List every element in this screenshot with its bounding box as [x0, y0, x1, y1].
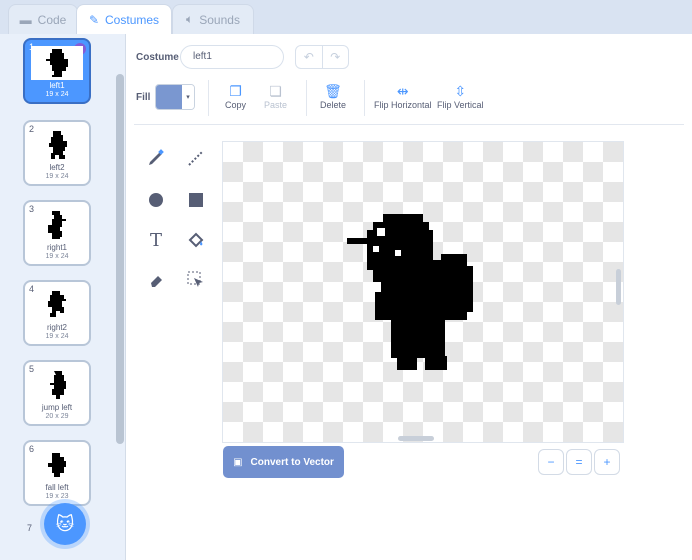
costume-size: 19 x 24	[45, 253, 69, 260]
costume-size: 19 x 24	[45, 333, 69, 340]
paste-icon: ❏	[269, 83, 282, 99]
zoom-out-icon: −	[547, 455, 555, 469]
trash-icon: 🗑︎	[324, 83, 342, 99]
costume-thumbnail	[31, 46, 83, 80]
brush-icon: ✎	[88, 12, 100, 27]
costume-number: 6	[29, 444, 35, 454]
delete-label: Delete	[320, 100, 347, 110]
tab-sounds[interactable]: 🔈︎ Sounds	[172, 4, 254, 34]
paint-editor: Costume left1 ↶ ↷ Fill ▾ ❐ Copy ❏ Paste …	[126, 34, 692, 560]
costume-sprite-drawing	[347, 214, 473, 370]
zoom-out-button[interactable]: −	[538, 449, 564, 475]
copy-icon: ❐	[229, 83, 242, 99]
eraser-tool-icon[interactable]	[144, 268, 168, 292]
code-icon: ▬	[19, 12, 32, 27]
costume-size: 19 x 24	[45, 91, 69, 98]
tab-code[interactable]: ▬ Code	[8, 4, 78, 34]
fill-color-picker[interactable]: ▾	[155, 84, 195, 110]
costume-number: 2	[29, 124, 35, 134]
convert-label: Convert to Vector	[250, 456, 334, 468]
cat-icon: 🐱︎	[55, 513, 75, 534]
convert-to-vector-button[interactable]: ▣ Convert to Vector	[223, 446, 344, 478]
costume-item-left1[interactable]: 1 ✕ left1 19 x 24	[23, 38, 91, 104]
image-icon: ▣	[233, 456, 243, 468]
choose-costume-button[interactable]: 🐱︎	[44, 503, 86, 545]
rectangle-tool-icon[interactable]	[184, 188, 208, 212]
costume-item-right2[interactable]: 4 right2 19 x 24	[23, 280, 91, 346]
costume-thumbnail	[35, 210, 79, 240]
costume-list: 1 ✕ left1 19 x 24 2 left2 19 x 24 3 righ…	[0, 34, 126, 560]
costume-size: 19 x 23	[45, 493, 69, 500]
tab-costumes[interactable]: ✎ Costumes	[76, 4, 172, 34]
costume-name-input[interactable]: left1	[180, 45, 284, 69]
costume-name: right1	[46, 243, 67, 252]
paint-canvas[interactable]	[222, 141, 624, 443]
costume-name: fall left	[45, 483, 69, 492]
divider	[306, 80, 307, 116]
costume-name: right2	[46, 323, 67, 332]
brush-tool-icon[interactable]	[144, 146, 168, 170]
costume-thumbnail	[35, 290, 79, 320]
costume-size: 20 x 29	[45, 413, 69, 420]
zoom-in-button[interactable]: +	[594, 449, 620, 475]
paste-label: Paste	[264, 100, 288, 110]
flip-horizontal-button[interactable]: ⇹ Flip Horizontal	[374, 82, 432, 110]
line-tool-icon[interactable]	[184, 146, 208, 170]
undo-icon[interactable]: ↶	[296, 46, 323, 68]
costume-list-scrollbar[interactable]	[116, 74, 124, 444]
tab-sounds-label: Sounds	[199, 12, 240, 27]
copy-button[interactable]: ❐ Copy	[225, 82, 246, 110]
divider	[364, 80, 365, 116]
costume-thumbnail	[35, 370, 79, 400]
zoom-in-icon: +	[603, 455, 611, 469]
costume-item-left2[interactable]: 2 left2 19 x 24	[23, 120, 91, 186]
costume-number: 5	[29, 364, 35, 374]
divider	[208, 80, 209, 116]
costume-number: 3	[29, 204, 35, 214]
toolbar-divider	[134, 124, 684, 125]
delete-button[interactable]: 🗑︎ Delete	[320, 82, 346, 110]
costume-name-label: Costume	[136, 52, 179, 63]
flip-horizontal-label: Flip Horizontal	[374, 100, 432, 110]
canvas-vertical-scrollbar[interactable]	[616, 269, 621, 305]
fill-swatch	[156, 85, 182, 109]
costume-thumbnail	[35, 130, 79, 160]
costume-name: left1	[49, 81, 65, 90]
costume-item-right1[interactable]: 3 right1 19 x 24	[23, 200, 91, 266]
costume-number: 4	[29, 284, 35, 294]
chevron-down-icon: ▾	[182, 85, 194, 109]
costume-name: jump left	[41, 403, 73, 412]
canvas-horizontal-scrollbar[interactable]	[398, 436, 434, 441]
fill-label: Fill	[136, 92, 151, 103]
flip-vertical-icon: ⇳	[454, 83, 467, 99]
costume-size: 19 x 24	[45, 173, 69, 180]
circle-tool-icon[interactable]	[144, 188, 168, 212]
zoom-reset-button[interactable]: =	[566, 449, 592, 475]
select-tool-icon[interactable]	[184, 268, 208, 292]
editor-tabs: ▬ Code ✎ Costumes 🔈︎ Sounds	[0, 0, 692, 34]
zoom-reset-icon: =	[575, 455, 583, 469]
text-tool-icon[interactable]: T	[144, 228, 168, 252]
flip-vertical-button[interactable]: ⇳ Flip Vertical	[437, 82, 484, 110]
fill-bucket-tool-icon[interactable]	[184, 228, 208, 252]
costume-name: left2	[49, 163, 65, 172]
speaker-icon: 🔈︎	[186, 12, 194, 26]
flip-vertical-label: Flip Vertical	[437, 100, 484, 110]
costume-item-fall-left[interactable]: 6 fall left 19 x 23	[23, 440, 91, 506]
copy-label: Copy	[225, 100, 247, 110]
undo-redo-group: ↶ ↷	[295, 45, 349, 69]
flip-horizontal-icon: ⇹	[396, 83, 409, 99]
tab-code-label: Code	[37, 12, 67, 27]
costume-item-jump-left[interactable]: 5 jump left 20 x 29	[23, 360, 91, 426]
costume-thumbnail	[35, 450, 79, 480]
redo-icon[interactable]: ↷	[323, 46, 349, 68]
tab-costumes-label: Costumes	[105, 12, 160, 27]
paste-button[interactable]: ❏ Paste	[264, 82, 287, 110]
costume-number: 7	[27, 523, 33, 533]
